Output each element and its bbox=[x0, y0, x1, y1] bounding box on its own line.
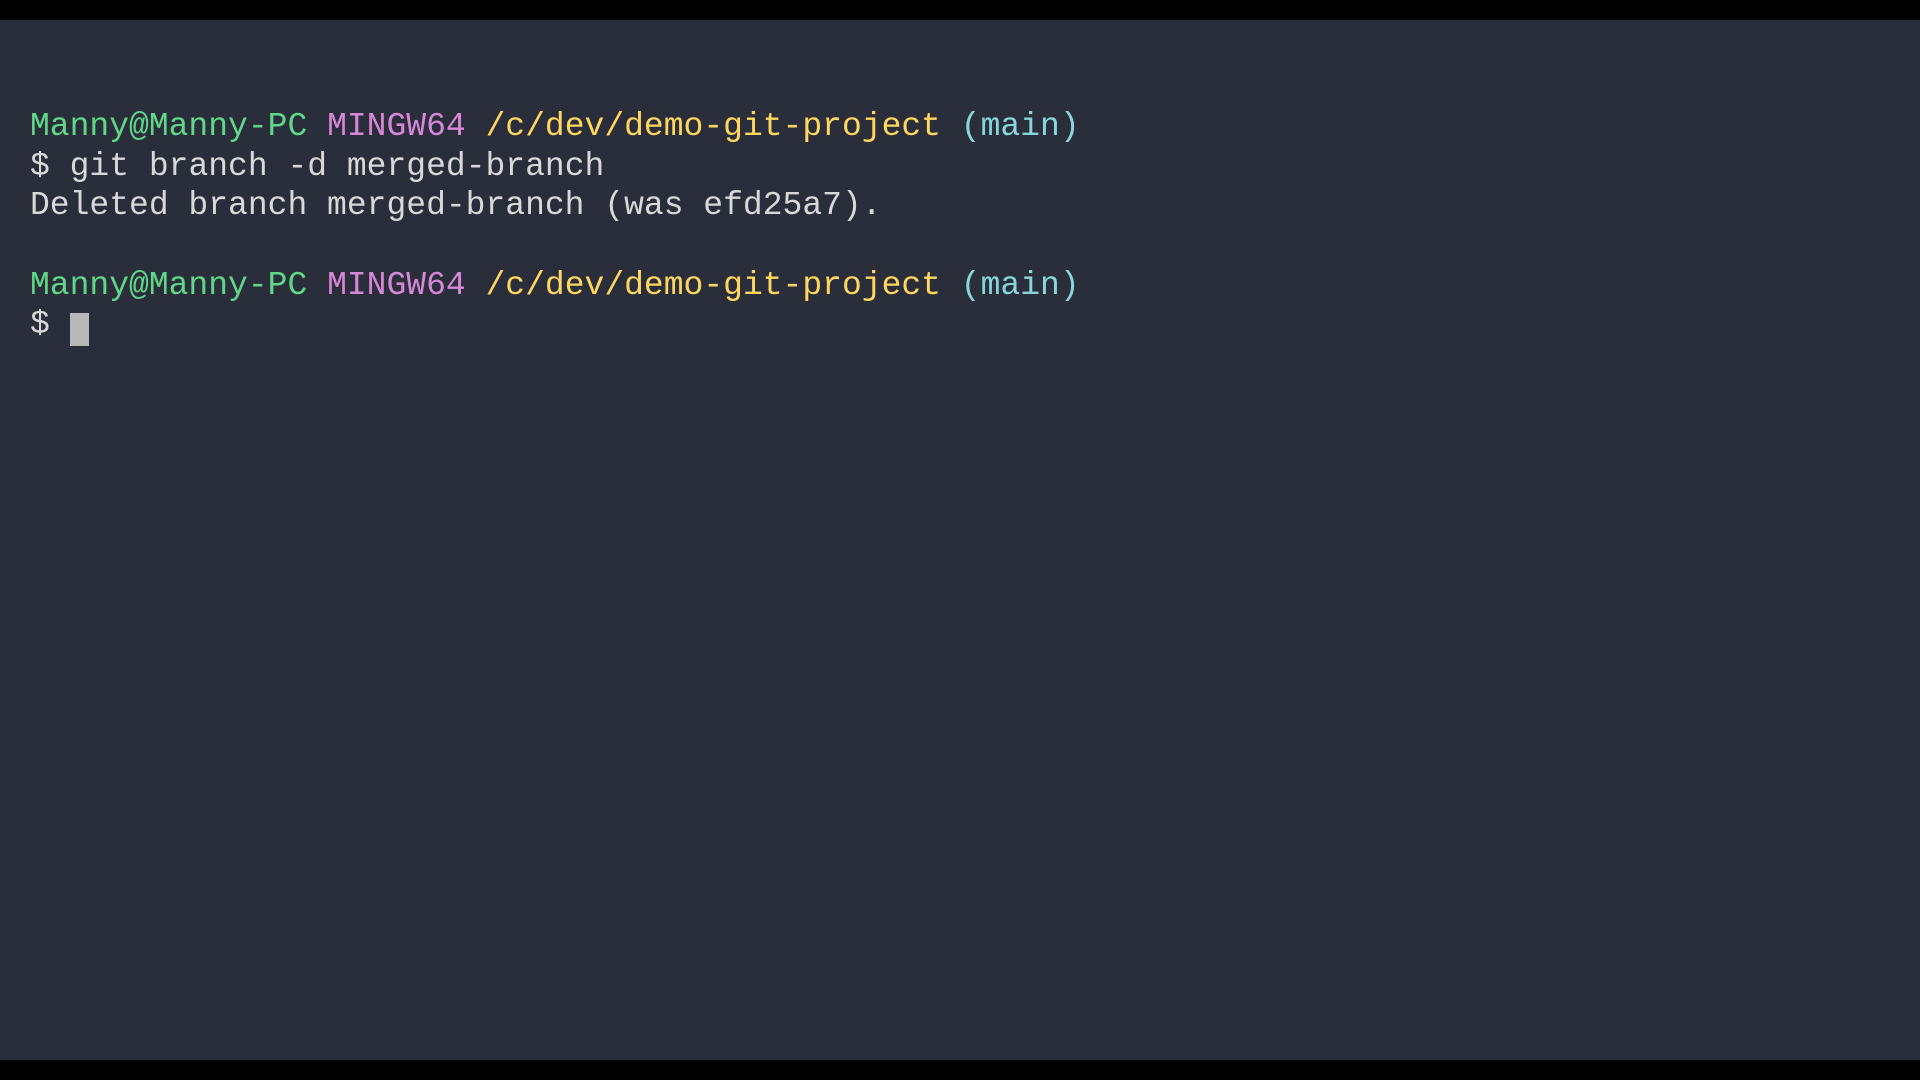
path-text: /c/dev/demo-git-project bbox=[486, 108, 941, 145]
terminal-window[interactable]: Manny@Manny-PC MINGW64 /c/dev/demo-git-p… bbox=[0, 20, 1920, 1060]
letterbox-top bbox=[0, 0, 1920, 20]
command-text: git branch -d merged-branch bbox=[70, 148, 605, 185]
cursor-block bbox=[70, 313, 89, 346]
prompt-line-2: Manny@Manny-PC MINGW64 /c/dev/demo-git-p… bbox=[30, 266, 1890, 306]
blank-line bbox=[30, 226, 1890, 266]
command-line-empty: $ bbox=[30, 305, 1890, 345]
path-text: /c/dev/demo-git-project bbox=[486, 267, 941, 304]
prompt-line-1: Manny@Manny-PC MINGW64 /c/dev/demo-git-p… bbox=[30, 107, 1890, 147]
output-line-1: Deleted branch merged-branch (was efd25a… bbox=[30, 186, 1890, 226]
branch-text: (main) bbox=[961, 108, 1080, 145]
mingw-text: MINGW64 bbox=[327, 108, 466, 145]
command-line-1: $ git branch -d merged-branch bbox=[30, 147, 1890, 187]
letterbox-bottom bbox=[0, 1060, 1920, 1080]
branch-text: (main) bbox=[961, 267, 1080, 304]
prompt-symbol: $ bbox=[30, 306, 50, 343]
user-host-text: Manny@Manny-PC bbox=[30, 267, 307, 304]
user-host-text: Manny@Manny-PC bbox=[30, 108, 307, 145]
mingw-text: MINGW64 bbox=[327, 267, 466, 304]
prompt-symbol: $ bbox=[30, 148, 50, 185]
